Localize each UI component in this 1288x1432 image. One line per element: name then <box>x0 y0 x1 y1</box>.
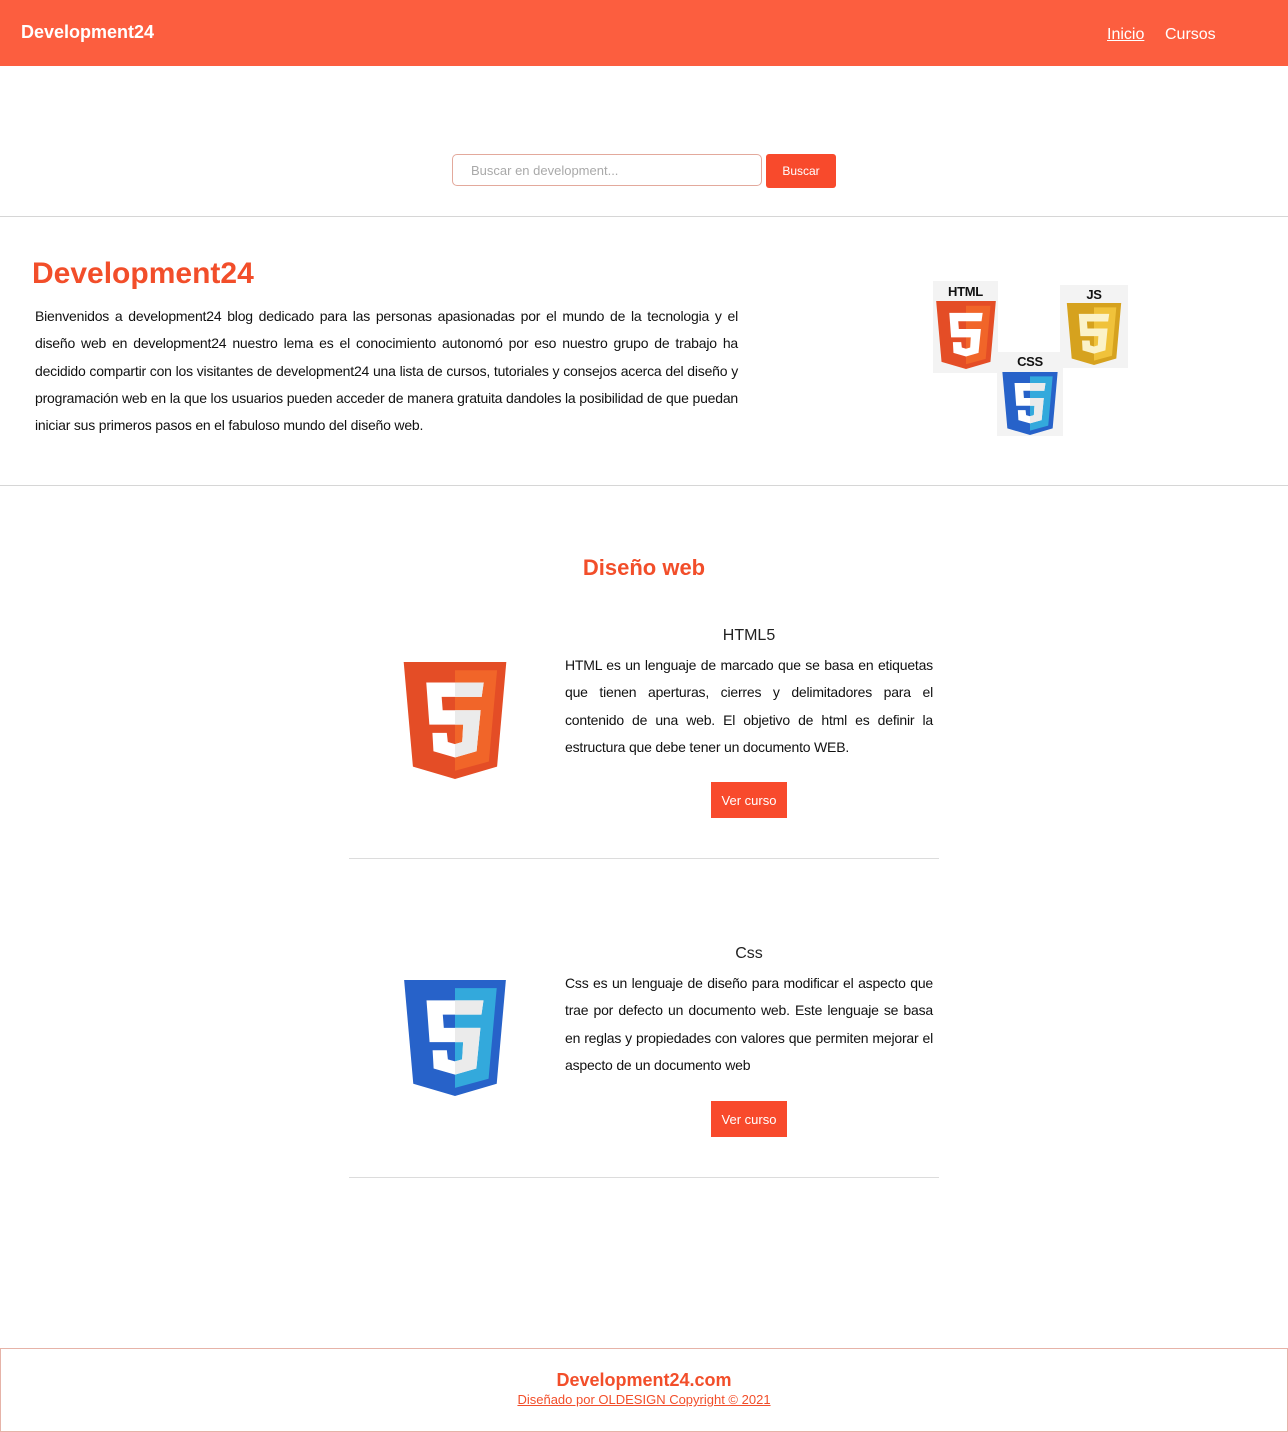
course-description: Css es un lenguaje de diseño para modifi… <box>565 975 933 1073</box>
footer-title: Development24.com <box>556 1370 732 1390</box>
divider <box>0 216 1288 217</box>
js-logo-label: JS <box>1086 287 1102 302</box>
css-logo-label: CSS <box>1017 354 1043 369</box>
course-description: HTML es un lenguaje de marcado que se ba… <box>565 657 933 755</box>
hero-title: Development24 <box>32 257 254 290</box>
divider <box>349 858 939 859</box>
ver-curso-button[interactable]: Ver curso <box>711 1101 787 1137</box>
footer: Development24.com Diseñado por OLDESIGN … <box>0 1348 1288 1432</box>
brand-logo[interactable]: Development24 <box>21 22 154 43</box>
section-title: Diseño web <box>582 555 706 580</box>
html5-icon <box>403 662 507 779</box>
html-logo-label: HTML <box>948 284 983 299</box>
css3-icon <box>404 980 506 1096</box>
css3-logo: CSS <box>997 352 1063 436</box>
html5-icon <box>936 301 996 369</box>
search-input[interactable] <box>452 154 762 186</box>
navbar: Development24 Inicio Cursos <box>0 0 1288 66</box>
nav-link-cursos[interactable]: Cursos <box>1165 26 1216 44</box>
nav-link-inicio[interactable]: Inicio <box>1107 26 1144 44</box>
ver-curso-button[interactable]: Ver curso <box>711 782 787 818</box>
hero-description: Bienvenidos a development24 blog dedicad… <box>35 308 738 434</box>
html5-logo: HTML <box>933 281 998 373</box>
js-logo: JS <box>1060 285 1128 368</box>
footer-credit-link[interactable]: Diseñado por OLDESIGN Copyright © 2021 <box>1 1392 1287 1407</box>
css3-icon <box>1002 372 1058 435</box>
js-icon <box>1066 303 1122 365</box>
divider <box>349 1177 939 1178</box>
divider <box>0 485 1288 486</box>
course-title: Css <box>735 945 763 962</box>
course-title: HTML5 <box>722 627 776 644</box>
search-button[interactable]: Buscar <box>766 154 836 188</box>
